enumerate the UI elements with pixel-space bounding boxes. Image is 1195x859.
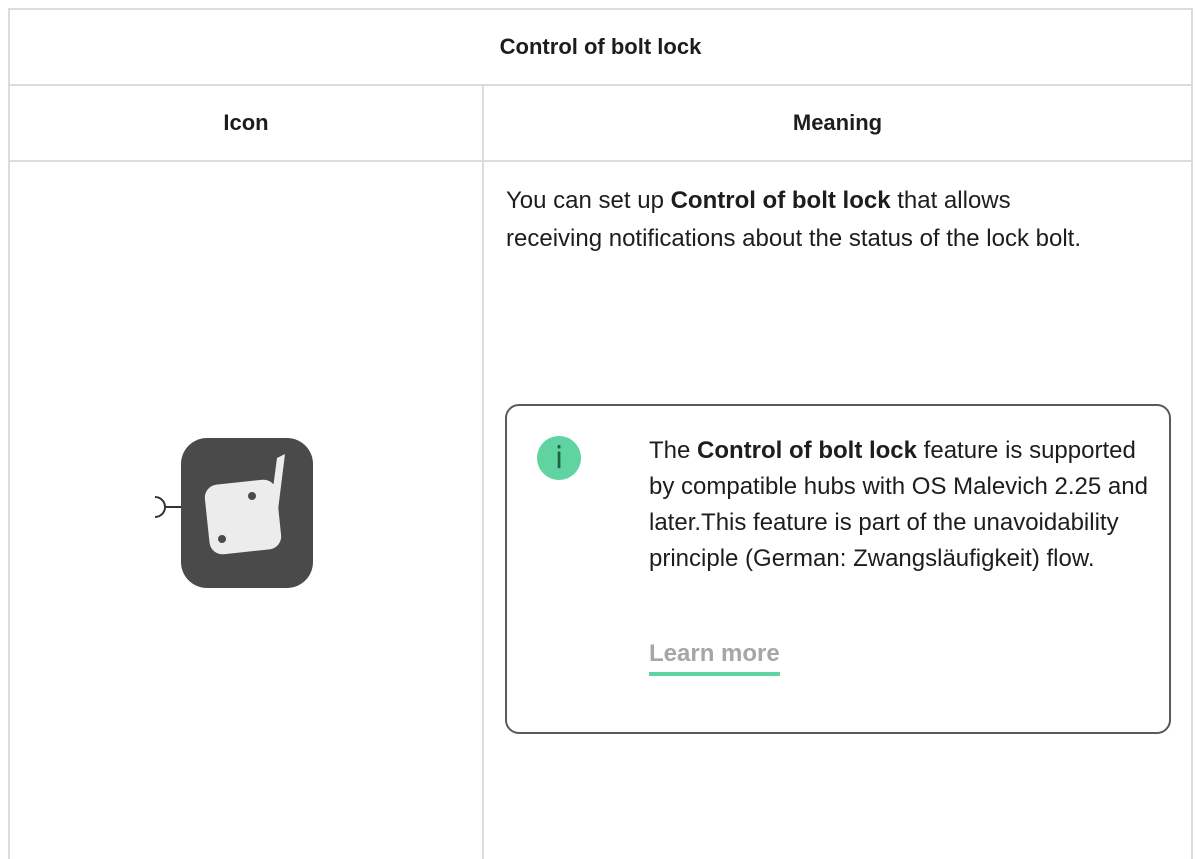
meaning-description: You can set up Control of bolt lock that… <box>506 187 1082 252</box>
feature-name: Control of bolt lock <box>670 187 891 214</box>
note-feature-name: Control of bolt lock <box>697 437 918 464</box>
info-note: i The Control of bolt lock feature is su… <box>505 404 1171 734</box>
header-meaning-label: Meaning <box>792 110 883 135</box>
icon-cell <box>10 162 484 859</box>
table-row: You can set up Control of bolt lock that… <box>10 162 1191 859</box>
info-icon: i <box>537 436 581 480</box>
table-title-text: Control of bolt lock <box>499 34 702 59</box>
header-meaning-cell: Meaning <box>484 86 1191 160</box>
bolt-lock-table: Control of bolt lock Icon Meaning You ca… <box>8 8 1193 859</box>
meaning-cell: You can set up Control of bolt lock that… <box>484 162 1191 859</box>
header-icon-cell: Icon <box>10 86 484 160</box>
header-icon-label: Icon <box>223 110 269 135</box>
table-title: Control of bolt lock <box>10 10 1191 86</box>
table-header-row: Icon Meaning <box>10 86 1191 162</box>
bolt-lock-control-icon <box>147 438 317 592</box>
info-note-text: The Control of bolt lock feature is supp… <box>649 437 1148 572</box>
learn-more-link[interactable]: Learn more <box>649 640 780 676</box>
